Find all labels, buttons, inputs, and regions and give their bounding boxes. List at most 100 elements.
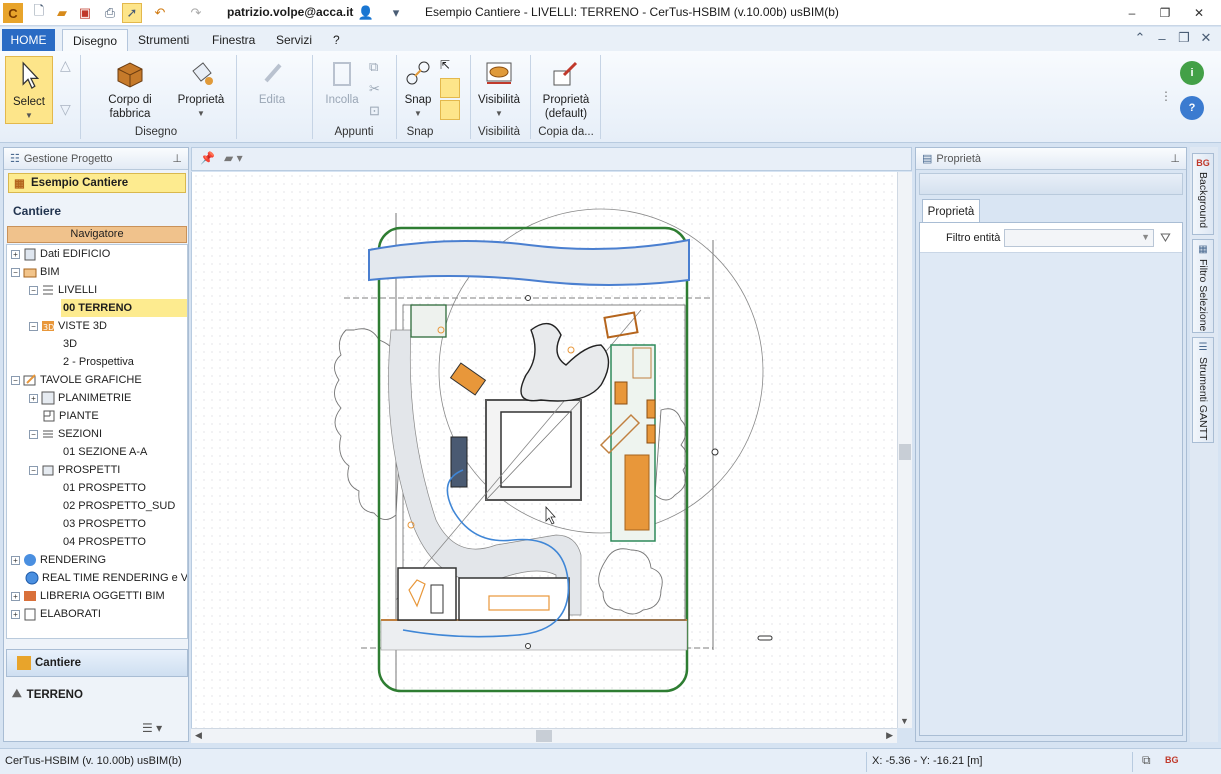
- tree-label: 2 - Prospettiva: [63, 356, 134, 368]
- panel-options-icon[interactable]: ☰ ▾: [142, 721, 162, 735]
- select-all-icon[interactable]: ⊡: [369, 103, 380, 119]
- tree-label: TAVOLE GRAFICHE: [40, 374, 142, 386]
- select-button[interactable]: Select ▼: [5, 56, 53, 124]
- pin-view-icon[interactable]: 📌: [200, 151, 215, 165]
- vertical-scroll-thumb[interactable]: [899, 444, 911, 460]
- mdi-restore-icon[interactable]: ❐: [1174, 28, 1194, 48]
- properties-toolbar: [919, 173, 1183, 195]
- incolla-button[interactable]: Incolla: [320, 57, 364, 107]
- close-button[interactable]: ✕: [1186, 3, 1212, 23]
- horizontal-scroll-thumb[interactable]: [536, 730, 552, 742]
- project-name[interactable]: ▦ Esempio Cantiere: [8, 173, 186, 193]
- visibilita-button[interactable]: Visibilità ▼: [474, 57, 524, 121]
- tree-item-prospetti[interactable]: − PROSPETTI: [29, 461, 120, 479]
- snap-button[interactable]: Snap ▼: [400, 57, 436, 121]
- undo-icon[interactable]: ↶: [150, 3, 170, 23]
- tree-item-planimetrie[interactable]: + PLANIMETRIE: [29, 389, 131, 407]
- tab-filtro-selezione[interactable]: ▦ Filtro Selezione: [1192, 239, 1214, 333]
- tab-background[interactable]: BG Background: [1192, 153, 1214, 235]
- select-pointer-icon[interactable]: ➚: [122, 3, 142, 23]
- app-icon[interactable]: C: [3, 3, 23, 23]
- tree-item-prospetto-02[interactable]: 02 PROSPETTO_SUD: [63, 497, 175, 515]
- open-folder-icon[interactable]: ▰: [52, 3, 72, 23]
- restore-button[interactable]: ❐: [1152, 3, 1178, 23]
- user-email: patrizio.volpe@acca.it: [227, 5, 354, 19]
- tab-cantiere[interactable]: Cantiere: [6, 649, 188, 677]
- ribbon-more-icon[interactable]: ⋮: [1160, 89, 1172, 103]
- filter-select[interactable]: ▼: [1004, 229, 1154, 247]
- tree-item-terreno[interactable]: 00 TERRENO: [61, 299, 187, 317]
- tree-item-piante[interactable]: PIANTE: [42, 407, 99, 425]
- group-copia-label: Copia da...: [538, 126, 594, 138]
- tab-finestra[interactable]: Finestra: [202, 29, 265, 51]
- tree-item-rendering[interactable]: + RENDERING: [11, 551, 106, 569]
- site-plan-drawing[interactable]: [192, 172, 898, 728]
- vertical-scrollbar[interactable]: ▼: [897, 172, 912, 728]
- print-icon[interactable]: ⎙: [100, 3, 120, 23]
- tree-item-livelli[interactable]: − LIVELLI: [29, 281, 97, 299]
- tree-item-prospettiva[interactable]: 2 - Prospettiva: [63, 353, 134, 371]
- section-title: Cantiere: [13, 204, 62, 218]
- tree-item-realtime[interactable]: REAL TIME RENDERING e VRI: [25, 569, 187, 587]
- realtime-render-icon: [25, 571, 39, 585]
- minimize-button[interactable]: –: [1119, 3, 1145, 23]
- tab-proprieta[interactable]: Proprietà: [922, 199, 980, 223]
- proprieta-button[interactable]: Proprietà ▼: [176, 57, 226, 121]
- layers-icon[interactable]: ▰ ▾: [224, 151, 243, 165]
- scroll-down-arrow-icon[interactable]: ▼: [900, 716, 909, 726]
- tree-item-dati-edificio[interactable]: + Dati EDIFICIO: [11, 245, 110, 263]
- filter-icon[interactable]: ⛛: [1160, 230, 1171, 246]
- save-icon[interactable]: ▣: [75, 3, 95, 23]
- tree-item-prospetto-03[interactable]: 03 PROSPETTO: [63, 515, 146, 533]
- drawing-canvas[interactable]: [191, 172, 897, 728]
- tree-item-sezione-aa[interactable]: 01 SEZIONE A-A: [63, 443, 147, 461]
- tab-home[interactable]: HOME: [2, 29, 55, 51]
- tree-item-elaborati[interactable]: + ELABORATI: [11, 605, 101, 623]
- tree-item-sezioni[interactable]: − SEZIONI: [29, 425, 102, 443]
- background-status-icon[interactable]: BG: [1165, 755, 1179, 765]
- tree-item-prospetto-04[interactable]: 04 PROSPETTO: [63, 533, 146, 551]
- ribbon: Select ▼ △ ▽ Corpo di fabbrica Proprietà…: [0, 51, 1221, 143]
- help-icon[interactable]: ?: [1180, 96, 1204, 120]
- tab-strumenti[interactable]: Strumenti: [128, 29, 199, 51]
- snap-angle-icon[interactable]: ⇱: [440, 58, 460, 74]
- copy-icon[interactable]: ⧉: [369, 59, 378, 75]
- pin-icon[interactable]: ⊥: [172, 152, 182, 165]
- horizontal-scrollbar[interactable]: ◀ ▶: [191, 728, 897, 743]
- tab-strumenti-gantt[interactable]: ☰ Strumenti GANTT: [1192, 337, 1214, 443]
- info-icon[interactable]: i: [1180, 61, 1204, 85]
- tree-item-prospetto-01[interactable]: 01 PROSPETTO: [63, 479, 146, 497]
- scroll-up-icon[interactable]: △: [60, 57, 71, 74]
- ribbon-collapse-icon[interactable]: ⌃: [1130, 28, 1150, 48]
- tree-item-tavole[interactable]: − TAVOLE GRAFICHE: [11, 371, 142, 389]
- scroll-left-arrow-icon[interactable]: ◀: [195, 730, 202, 741]
- new-file-icon[interactable]: 🗋: [29, 3, 49, 23]
- snap-ortho-icon[interactable]: [440, 78, 460, 98]
- tab-terreno[interactable]: ⛰ TERRENO: [12, 688, 83, 701]
- levels-icon: [43, 285, 53, 295]
- redo-icon[interactable]: ↷: [186, 3, 206, 23]
- scroll-down-icon[interactable]: ▽: [60, 101, 71, 118]
- quick-access-menu-icon[interactable]: ▾: [386, 3, 406, 23]
- tree-item-viste-3d[interactable]: −3D VISTE 3D: [29, 317, 107, 335]
- tab-servizi[interactable]: Servizi: [266, 29, 322, 51]
- corpo-fabbrica-button[interactable]: Corpo di fabbrica: [100, 57, 160, 121]
- user-icon[interactable]: 👤: [356, 3, 376, 23]
- cut-icon[interactable]: ✂: [369, 81, 380, 97]
- mdi-close-icon[interactable]: ✕: [1196, 28, 1216, 48]
- navigator-header[interactable]: Navigatore: [7, 226, 187, 243]
- tab-disegno[interactable]: Disegno: [62, 29, 129, 51]
- tree-label: Dati EDIFICIO: [40, 248, 111, 260]
- tree-item-libreria[interactable]: + LIBRERIA OGGETTI BIM: [11, 587, 165, 605]
- snap-grid-icon[interactable]: [440, 100, 460, 120]
- tree-item-bim[interactable]: − BIM: [11, 263, 60, 281]
- tree-item-3d[interactable]: 3D: [63, 335, 77, 353]
- layers-status-icon[interactable]: ⧉: [1142, 753, 1151, 768]
- mdi-minimize-icon[interactable]: –: [1152, 28, 1172, 48]
- scroll-right-arrow-icon[interactable]: ▶: [886, 730, 893, 741]
- edita-button[interactable]: Edita: [250, 57, 294, 107]
- snap-label: Snap: [404, 94, 432, 106]
- proprieta-default-button[interactable]: Proprietà (default): [536, 57, 596, 121]
- pin-icon[interactable]: ⊥: [1170, 152, 1180, 165]
- tab-help[interactable]: ?: [323, 29, 350, 51]
